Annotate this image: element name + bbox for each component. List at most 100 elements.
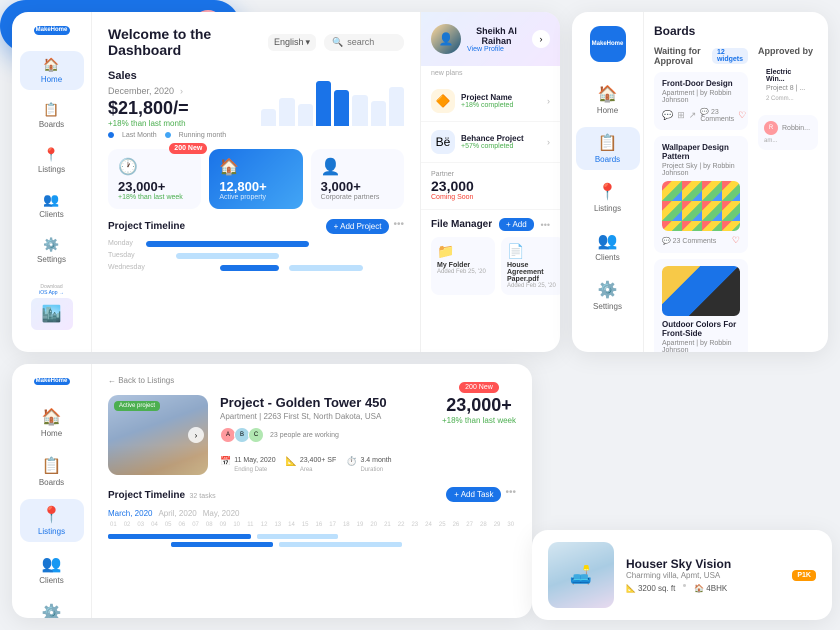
listing-nav-settings[interactable]: ⚙️ Settings: [20, 597, 84, 618]
grid-icon[interactable]: ⊞: [677, 110, 685, 121]
timeline-bar: [176, 253, 280, 259]
boards-nav-settings[interactable]: ⚙️ Settings: [576, 274, 640, 317]
board-card-outdoor[interactable]: Outdoor Colors For Front-Side Apartment …: [654, 259, 748, 352]
property-sub: Charming villa, Apmt, USA: [626, 571, 780, 580]
card-sub: Project 8 | ...: [766, 85, 810, 92]
file-manager-section: File Manager + Add ••• 📁 My Folder Added…: [421, 210, 560, 303]
sales-info: Sales December, 2020 › $21,800/= +18% th…: [108, 70, 251, 139]
separator: [683, 584, 686, 587]
card-sub: Apartment | by Robbin Johnson: [662, 90, 740, 104]
boards-logo: MakeHome: [590, 26, 626, 62]
boards-nav-home[interactable]: 🏠 Home: [576, 78, 640, 121]
listing-nav-boards[interactable]: 📋 Boards: [20, 450, 84, 493]
board-card-wallpaper[interactable]: Wallpaper Design Pattern Project Sky | b…: [654, 136, 748, 253]
heart-icon[interactable]: ♡: [732, 235, 740, 246]
listing-nav-home[interactable]: 🏠 Home: [20, 401, 84, 444]
partners-stat-icon: 👤: [321, 157, 394, 177]
sidebar-item-listings[interactable]: 📍 Listings: [20, 141, 84, 180]
main-header: Welcome to the Dashboard English ▾ 🔍: [108, 26, 404, 58]
pattern-image: [662, 181, 740, 231]
project-item-1[interactable]: 🔶 Project Name +18% completed ›: [421, 81, 560, 122]
view-profile-link[interactable]: View Profile: [467, 46, 526, 53]
approved-card-1[interactable]: Electric Win... Project 8 | ... 2 Comm..…: [758, 62, 818, 109]
add-task-button[interactable]: + Add Task: [446, 487, 501, 502]
property-image: 🛋️: [548, 542, 614, 608]
waiting-column: Waiting for Approval 12 widgets Front-Do…: [654, 46, 748, 352]
project-pct-2: +57% completed: [461, 143, 541, 150]
boards-nav-listings[interactable]: 📍 Listings: [576, 176, 640, 219]
calendar-icon: 📅: [220, 456, 231, 467]
fm-more-icon[interactable]: •••: [541, 220, 550, 230]
boards-content: Boards Waiting for Approval 12 widgets F…: [644, 12, 828, 352]
legend-dot-2: [165, 132, 171, 138]
card-image: [662, 181, 740, 231]
lt-month-march: March, 2020: [108, 509, 152, 518]
search-input[interactable]: [347, 37, 396, 47]
sales-amount: $21,800/=: [108, 98, 251, 119]
profile-arrow-button[interactable]: ›: [532, 30, 550, 48]
boards-nav-clients[interactable]: 👥 Clients: [576, 225, 640, 268]
board-card-front-door[interactable]: Front-Door Design Apartment | by Robbin …: [654, 72, 748, 130]
chart-bar: [371, 101, 386, 126]
timeline-more-icon[interactable]: •••: [393, 219, 404, 234]
property-info: Houser Sky Vision Charming villa, Apmt, …: [626, 557, 780, 593]
approved-col-title: Approved by: [758, 46, 818, 56]
listing-card: MakeHome 🏠 Home 📋 Boards 📍 Listings 👥 Cl…: [12, 364, 532, 618]
robbin-avatar: R: [764, 121, 778, 135]
active-badge: Active project: [114, 401, 160, 411]
new-badge: 200 New: [169, 143, 207, 154]
listing-workers: A B C 23 people are working: [220, 427, 516, 443]
sales-change: +18% than last month: [108, 119, 251, 128]
image-nav-arrow[interactable]: ›: [188, 427, 204, 443]
search-box: 🔍: [324, 34, 404, 51]
add-project-button[interactable]: + Add Project: [326, 219, 390, 234]
chart-bar: [261, 109, 276, 126]
property-price-badge: P1K: [792, 570, 816, 581]
timeline-header: Project Timeline + Add Project •••: [108, 219, 404, 234]
project-item-2[interactable]: Bë Behance Project +57% completed ›: [421, 122, 560, 163]
boards-nav-boards[interactable]: 📋 Boards: [576, 127, 640, 170]
area-icon: 📐: [286, 456, 297, 467]
fm-title: File Manager: [431, 219, 492, 230]
stat-card-partners: 👤 3,000+ Corporate partners: [311, 149, 404, 209]
heart-icon[interactable]: ♡: [738, 110, 746, 121]
download-ios[interactable]: Download iOS App → 🏙️: [27, 276, 77, 338]
sidebar-item-home[interactable]: 🏠 Home: [20, 51, 84, 90]
sidebar-item-clients[interactable]: 👥 Clients: [20, 186, 84, 225]
home-icon: 🏠: [43, 57, 59, 73]
meta-area: 📐 23,400+ SF Area: [286, 449, 337, 473]
home-icon: 🏠: [42, 407, 62, 427]
listing-nav-clients[interactable]: 👥 Clients: [20, 548, 84, 591]
fm-add-button[interactable]: + Add: [499, 218, 534, 231]
fm-item-folder[interactable]: 📁 My Folder Added Feb 25, '20: [431, 237, 495, 295]
share-icon[interactable]: ↗: [689, 110, 697, 121]
header-controls: English ▾ 🔍: [268, 34, 404, 51]
settings-icon: ⚙️: [42, 603, 62, 618]
property-meta: 📐 3200 sq. ft 🏠 4BHK: [626, 584, 780, 593]
boards-card: MakeHome 🏠 Home 📋 Boards 📍 Listings 👥 Cl…: [572, 12, 828, 352]
lt-bar-row-1: [108, 534, 516, 539]
approved-agent-section: R Robbin... am...: [758, 115, 818, 150]
main-content: Welcome to the Dashboard English ▾ 🔍 Sal…: [92, 12, 420, 352]
sidebar-item-settings[interactable]: ⚙️ Settings: [20, 231, 84, 270]
settings-icon: ⚙️: [598, 280, 618, 300]
avatar: 👤: [431, 24, 461, 54]
fm-item-pdf[interactable]: 📄 House Agreement Paper.pdf Added Feb 25…: [501, 237, 560, 295]
lt-months: March, 2020 April, 2020 May, 2020: [108, 509, 516, 518]
card-comments: 💬 23 Comments: [662, 237, 716, 245]
new-badge: 200 New: [459, 382, 499, 393]
timeline-bar: [220, 265, 279, 271]
sidebar-item-boards[interactable]: 📋 Boards: [20, 96, 84, 135]
listing-nav-listings[interactable]: 📍 Listings: [20, 499, 84, 542]
listings-stat-icon: 🕐: [118, 157, 191, 177]
approved-column: Approved by Electric Win... Project 8 | …: [758, 46, 818, 352]
language-select[interactable]: English ▾: [268, 34, 316, 51]
period-nav[interactable]: ›: [180, 86, 183, 96]
chart-bar: [334, 90, 349, 126]
lt-header: Project Timeline 32 tasks + Add Task •••: [108, 485, 516, 503]
fm-date: Added Feb 25, '20: [437, 269, 489, 275]
project-info-2: Behance Project +57% completed: [461, 134, 541, 150]
lt-bar: [171, 542, 273, 547]
lt-more-icon[interactable]: •••: [505, 487, 516, 502]
comment-icon[interactable]: 💬: [662, 110, 673, 121]
